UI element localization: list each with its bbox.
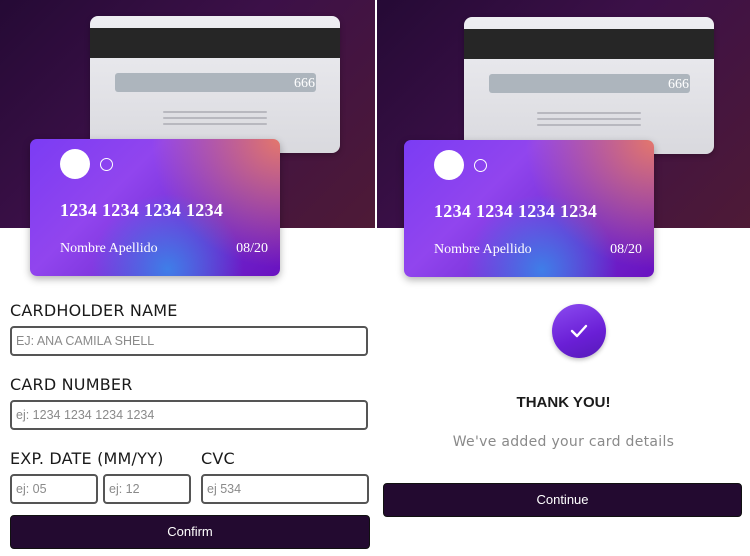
success-panel: 666 1234 1234 1234 1234 Nombre Apellido … <box>377 0 750 556</box>
cvc-input[interactable] <box>201 474 369 504</box>
card-logo-circle-filled <box>60 149 90 179</box>
thank-you-heading: THANK YOU! <box>516 394 611 411</box>
exp-year-input[interactable] <box>103 474 191 504</box>
card-front: 1234 1234 1234 1234 Nombre Apellido 08/2… <box>30 139 280 276</box>
success-check-badge <box>552 304 606 358</box>
decor-line <box>163 123 267 125</box>
exp-date-label: EXP. DATE (MM/YY) <box>10 449 164 468</box>
cardholder-input[interactable] <box>10 326 368 356</box>
card-logo-circle-outline <box>474 159 487 172</box>
cardholder-display: Nombre Apellido <box>434 242 532 257</box>
signature-strip <box>115 73 316 92</box>
decor-line <box>537 124 641 126</box>
card-number-label: CARD NUMBER <box>10 375 133 394</box>
card-number-display: 1234 1234 1234 1234 <box>60 200 224 220</box>
expiry-display: 08/20 <box>610 242 642 257</box>
cvc-label: CVC <box>201 449 235 468</box>
card-logo-circle-filled <box>434 150 464 180</box>
card-back: 666 <box>464 17 714 154</box>
magnetic-strip <box>90 28 340 58</box>
cardholder-label: CARDHOLDER NAME <box>10 301 178 320</box>
magnetic-strip <box>464 29 714 59</box>
decor-line <box>163 117 267 119</box>
decor-line <box>163 111 267 113</box>
decor-line <box>537 112 641 114</box>
confirm-button[interactable]: Confirm <box>10 515 370 549</box>
cardholder-display: Nombre Apellido <box>60 241 158 256</box>
signature-strip <box>489 74 690 93</box>
card-back-cvc: 666 <box>668 77 689 92</box>
card-number-display: 1234 1234 1234 1234 <box>434 201 598 221</box>
card-front: 1234 1234 1234 1234 Nombre Apellido 08/2… <box>404 140 654 277</box>
checkmark-icon <box>570 324 588 338</box>
exp-month-input[interactable] <box>10 474 98 504</box>
success-message: We've added your card details <box>452 434 675 450</box>
card-back-cvc: 666 <box>294 76 315 91</box>
card-form-panel: 666 1234 1234 1234 1234 Nombre Apellido … <box>0 0 375 556</box>
expiry-display: 08/20 <box>236 241 268 256</box>
card-back: 666 <box>90 16 340 153</box>
continue-button[interactable]: Continue <box>383 483 742 517</box>
decor-line <box>537 118 641 120</box>
card-number-input[interactable] <box>10 400 368 430</box>
card-logo-circle-outline <box>100 158 113 171</box>
